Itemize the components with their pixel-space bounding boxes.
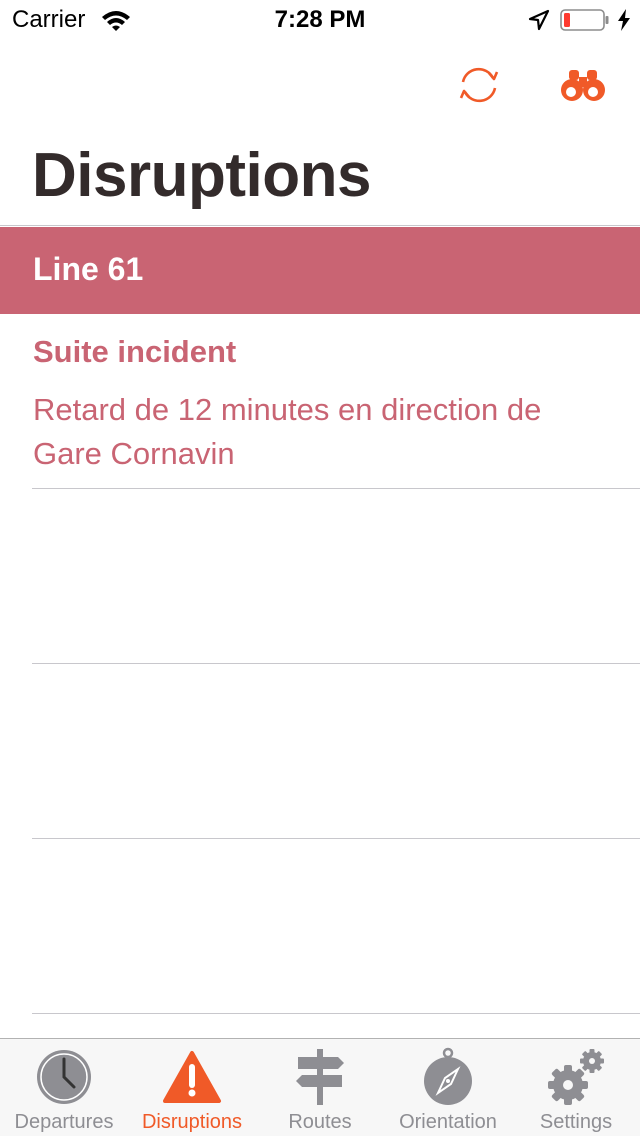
line-section-header: Line 61 xyxy=(0,227,640,314)
charging-bolt-icon xyxy=(618,9,630,31)
gears-icon xyxy=(548,1049,604,1105)
clock-icon xyxy=(37,1050,91,1104)
row-separator xyxy=(32,663,640,664)
row-separator xyxy=(32,488,640,489)
battery-low-icon xyxy=(560,9,609,31)
page-title: Disruptions xyxy=(32,141,371,210)
tab-label-orientation: Orientation xyxy=(399,1111,497,1133)
tab-label-departures: Departures xyxy=(14,1111,114,1133)
status-bar: Carrier 7:28 PM xyxy=(0,0,640,40)
refresh-icon xyxy=(459,67,499,103)
tab-routes[interactable]: Routes xyxy=(256,1039,384,1136)
tab-label-routes: Routes xyxy=(288,1111,352,1133)
compass-icon xyxy=(424,1047,472,1105)
tab-orientation[interactable]: Orientation xyxy=(384,1039,512,1136)
location-arrow-icon xyxy=(528,9,550,31)
tab-departures[interactable]: Departures xyxy=(0,1039,128,1136)
tab-label-disruptions: Disruptions xyxy=(141,1111,243,1133)
refresh-button[interactable] xyxy=(454,64,504,106)
warning-icon xyxy=(163,1051,221,1103)
disruption-description: Retard de 12 minutes en direction de Gar… xyxy=(33,392,542,471)
row-separator xyxy=(32,838,640,839)
signpost-icon xyxy=(296,1049,344,1105)
disruption-title: Suite incident xyxy=(33,334,237,369)
tab-settings[interactable]: Settings xyxy=(512,1039,640,1136)
disruption-cell[interactable]: Suite incident Retard de 12 minutes en d… xyxy=(0,314,640,488)
tab-disruptions[interactable]: Disruptions xyxy=(128,1039,256,1136)
row-separator xyxy=(32,1013,640,1014)
binoculars-icon xyxy=(561,70,605,101)
search-button[interactable] xyxy=(558,64,608,106)
line-title: Line 61 xyxy=(33,251,144,287)
title-divider xyxy=(0,225,640,226)
tab-bar: Departures Disruptions Routes Orientatio… xyxy=(0,1038,640,1136)
tab-label-settings: Settings xyxy=(539,1111,613,1133)
